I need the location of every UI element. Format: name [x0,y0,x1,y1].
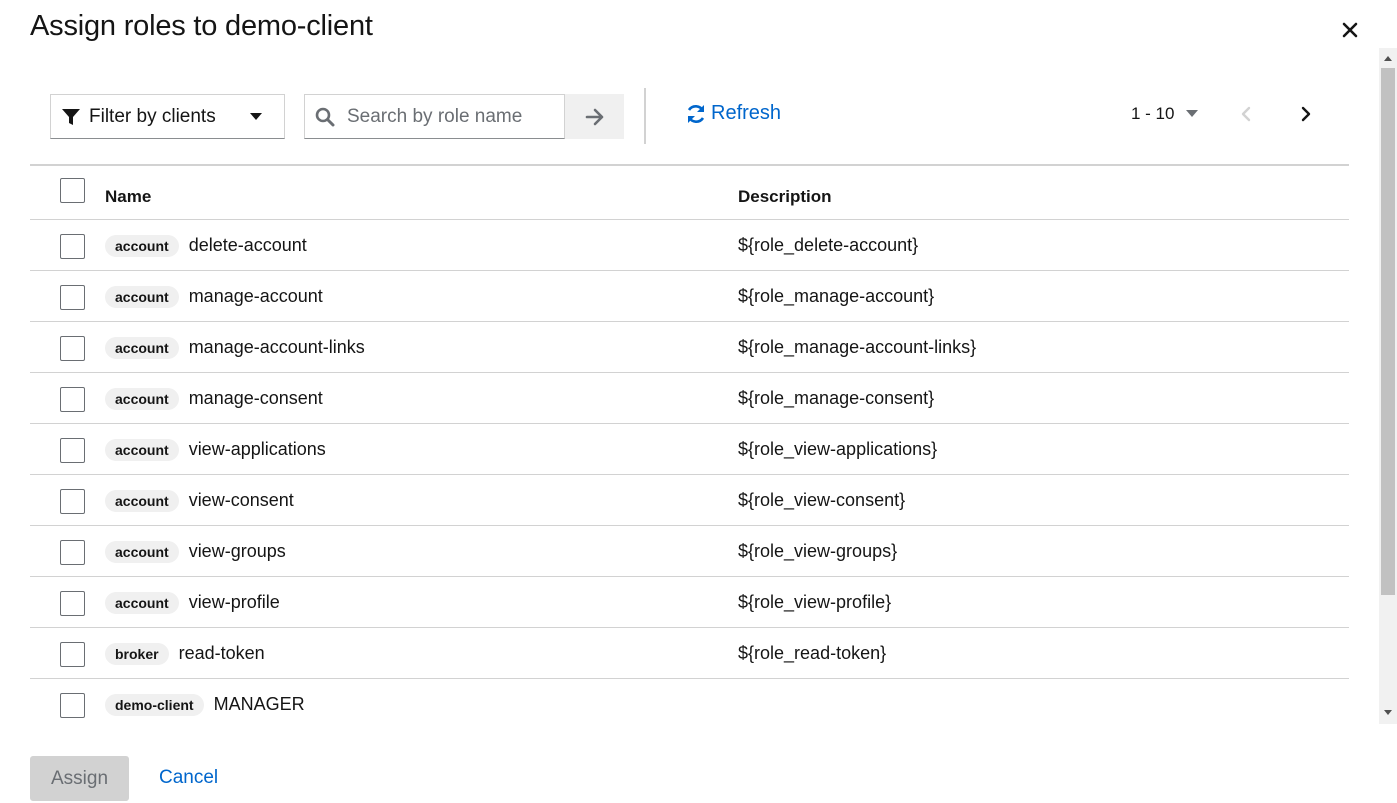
row-checkbox[interactable] [60,387,85,412]
filter-icon [62,108,80,125]
table-row: account view-applications ${role_view-app… [30,424,1349,475]
table-header: Name Description [30,164,1349,220]
search-icon [315,107,335,126]
row-checkbox[interactable] [60,693,85,718]
caret-down-icon [1186,110,1199,117]
close-button[interactable] [1338,18,1362,42]
refresh-label: Refresh [711,102,782,124]
assign-button[interactable]: Assign [30,756,129,801]
client-badge: account [105,438,179,461]
role-name: delete-account [188,235,307,255]
table-row: account view-groups ${role_view-groups} [30,526,1349,577]
scrollbar-thumb[interactable] [1381,68,1395,595]
row-checkbox[interactable] [60,489,85,514]
role-description: ${role_delete-account} [738,235,919,255]
chevron-left-icon [1241,106,1251,122]
table-row: account manage-consent ${role_manage-cons… [30,373,1349,424]
role-name: view-applications [188,439,326,459]
role-name: view-groups [188,541,286,561]
client-badge: account [105,234,179,257]
filter-dropdown[interactable]: Filter by clients [50,94,285,139]
search-input[interactable] [345,104,555,129]
toolbar-divider [644,88,646,144]
table-row: account delete-account ${role_delete-acco… [30,220,1349,271]
client-badge: broker [105,642,169,665]
refresh-icon [687,104,705,123]
search-field [304,94,565,139]
role-description: ${role_view-profile} [738,592,892,612]
close-icon [1342,22,1358,38]
select-all-checkbox[interactable] [60,178,85,203]
client-badge: account [105,387,179,410]
table-row: account view-consent ${role_view-consent} [30,475,1349,526]
client-badge: demo-client [105,693,204,716]
search-submit-button[interactable] [565,94,624,139]
role-name: MANAGER [213,694,305,714]
column-header-name: Name [105,187,152,206]
row-checkbox[interactable] [60,642,85,667]
table-row: account manage-account ${role_manage-acco… [30,271,1349,322]
role-description: ${role_manage-account} [738,286,935,306]
cancel-button[interactable]: Cancel [159,767,218,789]
chevron-right-icon [1301,106,1311,122]
role-name: manage-consent [188,388,323,408]
role-description: ${role_manage-account-links} [738,337,977,357]
row-checkbox[interactable] [60,591,85,616]
refresh-button[interactable]: Refresh [685,102,781,125]
next-page-button[interactable] [1300,105,1312,128]
row-checkbox[interactable] [60,234,85,259]
table-row: account manage-account-links ${role_manag… [30,322,1349,373]
roles-table: Name Description account delete-account $… [30,164,1349,730]
row-checkbox[interactable] [60,540,85,565]
previous-page-button[interactable] [1240,105,1252,128]
client-badge: account [105,489,179,512]
client-badge: account [105,591,179,614]
role-description: ${role_view-applications} [738,439,938,459]
role-description: ${role_view-consent} [738,490,906,510]
role-name: view-profile [188,592,280,612]
role-description: ${role_read-token} [738,643,887,663]
arrow-right-icon [585,108,603,125]
pagination-dropdown[interactable]: 1 - 10 [1131,104,1199,124]
role-name: view-consent [188,490,294,510]
role-name: read-token [178,643,265,663]
client-badge: account [105,540,179,563]
scroll-up-arrow-icon[interactable] [1384,55,1392,61]
scroll-down-arrow-icon[interactable] [1384,710,1392,716]
toolbar: Filter by clients Refresh 1 - 10 [30,88,1350,144]
client-badge: account [105,336,179,359]
table-row: account view-profile ${role_view-profile} [30,577,1349,628]
client-badge: account [105,285,179,308]
modal-title: Assign roles to demo-client [30,10,373,42]
column-header-description: Description [738,187,832,206]
role-name: manage-account-links [188,337,365,357]
role-description: ${role_view-groups} [738,541,898,561]
pagination-range: 1 - 10 [1131,104,1175,123]
filter-label: Filter by clients [89,105,216,127]
role-description: ${role_manage-consent} [738,388,935,408]
row-checkbox[interactable] [60,438,85,463]
row-checkbox[interactable] [60,336,85,361]
role-name: manage-account [188,286,323,306]
table-row: broker read-token ${role_read-token} [30,628,1349,679]
caret-down-icon [250,113,262,120]
table-row: demo-client MANAGER [30,679,1349,730]
row-checkbox[interactable] [60,285,85,310]
